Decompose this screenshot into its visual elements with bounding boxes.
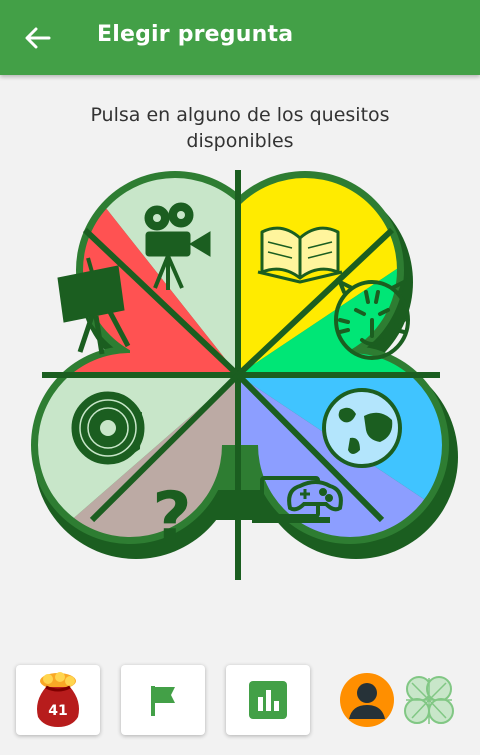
stats-button[interactable] <box>226 665 310 735</box>
user-avatar-icon <box>349 683 385 719</box>
coins-button[interactable]: 41 <box>16 665 100 735</box>
app-bar: Elegir pregunta <box>0 0 480 75</box>
flag-button[interactable] <box>121 665 205 735</box>
question-mark-icon: ? <box>152 478 191 557</box>
svg-text:?: ? <box>152 478 191 557</box>
globe-icon <box>322 388 402 468</box>
back-button[interactable] <box>18 20 58 56</box>
arrow-back-icon <box>25 27 51 49</box>
page-title: Elegir pregunta <box>97 22 294 47</box>
bar-chart-icon <box>249 681 287 719</box>
vinyl-record-icon <box>71 391 145 465</box>
book-icon <box>257 226 343 284</box>
coins-count: 41 <box>48 703 68 719</box>
coin-bag-icon <box>37 672 79 727</box>
clover-icon[interactable] <box>400 672 458 730</box>
flag-icon <box>151 686 175 716</box>
instructions-text: Pulsa en alguno de los quesitos disponib… <box>90 104 390 152</box>
category-clover: ? <box>31 170 458 580</box>
user-avatar[interactable] <box>340 673 394 727</box>
